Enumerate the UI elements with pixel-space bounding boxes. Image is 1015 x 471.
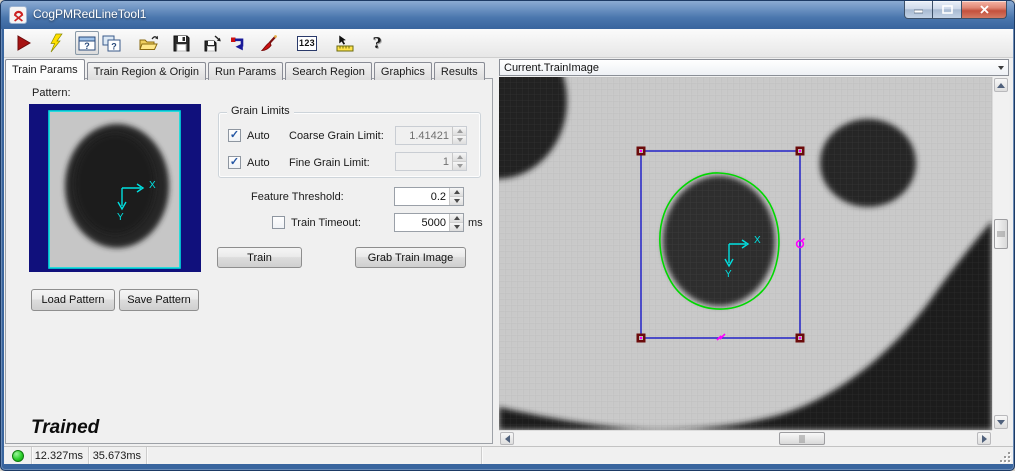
help-icon: ? bbox=[373, 34, 382, 52]
new-window-button[interactable]: ? bbox=[99, 31, 123, 55]
tab-train-params[interactable]: Train Params bbox=[5, 59, 85, 80]
tab-search-region[interactable]: Search Region bbox=[285, 62, 372, 80]
train-button[interactable]: Train bbox=[217, 247, 302, 268]
windows-copy-question-icon: ? bbox=[102, 35, 121, 52]
auto-fine-label: Auto bbox=[247, 157, 270, 169]
green-led-icon bbox=[12, 450, 24, 462]
tab-results[interactable]: Results bbox=[434, 62, 485, 80]
paintbrush-icon bbox=[260, 34, 278, 52]
statusbar-spacer bbox=[147, 447, 482, 464]
total-time: 35.673ms bbox=[89, 447, 147, 464]
scroll-up-button[interactable] bbox=[994, 78, 1008, 92]
execution-time: 12.327ms bbox=[32, 447, 89, 464]
numbers-icon: 123 bbox=[297, 36, 317, 51]
minimize-button[interactable] bbox=[904, 1, 933, 19]
grab-train-image-button[interactable]: Grab Train Image bbox=[355, 247, 466, 268]
image-source-value: Current.TrainImage bbox=[504, 62, 599, 74]
lightning-icon bbox=[46, 33, 64, 53]
train-image-display[interactable]: X Y bbox=[499, 77, 1009, 446]
scroll-left-button[interactable] bbox=[500, 432, 514, 445]
tab-train-region-origin[interactable]: Train Region & Origin bbox=[87, 62, 206, 80]
display-x-axis-label: X bbox=[754, 235, 761, 246]
maximize-button[interactable] bbox=[933, 1, 961, 19]
statusbar: 12.327ms 35.673ms bbox=[4, 446, 1013, 464]
coarse-spin-down bbox=[453, 136, 466, 144]
fine-spin-up bbox=[453, 153, 466, 162]
train-params-page: Pattern: X Y bbox=[5, 78, 493, 444]
resize-grip[interactable] bbox=[998, 450, 1010, 462]
electric-run-button[interactable] bbox=[43, 31, 67, 55]
svg-text:?: ? bbox=[111, 41, 117, 51]
coarse-spin-up bbox=[453, 127, 466, 136]
window-title: CogPMRedLineTool1 bbox=[33, 7, 146, 21]
save-button[interactable] bbox=[169, 31, 193, 55]
auto-fine-checkbox[interactable]: ✓ bbox=[228, 156, 241, 169]
open-file-button[interactable] bbox=[137, 31, 161, 55]
scroll-right-button[interactable] bbox=[977, 432, 991, 445]
svg-text:?: ? bbox=[84, 41, 90, 51]
cogpmredline-tool-window: CogPMRedLineTool1 bbox=[0, 0, 1015, 471]
pattern-image: X Y bbox=[29, 104, 201, 272]
run-button[interactable] bbox=[11, 31, 35, 55]
auto-coarse-label: Auto bbox=[247, 130, 270, 142]
fine-grain-limit-label: Fine Grain Limit: bbox=[289, 157, 370, 169]
horizontal-scrollbar[interactable] bbox=[499, 430, 992, 446]
train-image-canvas[interactable]: X Y bbox=[499, 77, 992, 430]
fine-spin-down bbox=[453, 162, 466, 170]
close-button[interactable] bbox=[961, 1, 1007, 19]
save-pattern-button[interactable]: Save Pattern bbox=[119, 289, 199, 311]
timeout-spin-down[interactable] bbox=[450, 223, 463, 231]
tool-status-led bbox=[4, 447, 32, 464]
save-icon bbox=[173, 35, 190, 52]
feature-threshold-label: Feature Threshold: bbox=[251, 191, 344, 203]
numbers-display-button[interactable]: 123 bbox=[295, 31, 319, 55]
pattern-label: Pattern: bbox=[32, 87, 71, 99]
edit-graphics-button[interactable] bbox=[257, 31, 281, 55]
tab-run-params[interactable]: Run Params bbox=[208, 62, 283, 80]
threshold-spin-down[interactable] bbox=[450, 197, 463, 205]
undo-arrow-icon bbox=[228, 34, 246, 52]
vertical-scroll-thumb[interactable] bbox=[994, 219, 1008, 249]
vertical-scrollbar[interactable] bbox=[992, 77, 1009, 430]
help-button[interactable]: ? bbox=[365, 31, 389, 55]
titlebar[interactable]: CogPMRedLineTool1 bbox=[1, 1, 1014, 29]
run-icon bbox=[15, 34, 32, 52]
save-as-button[interactable] bbox=[201, 31, 225, 55]
timeout-spin-up[interactable] bbox=[450, 214, 463, 223]
open-folder-icon bbox=[139, 34, 159, 52]
train-timeout-label: Train Timeout: bbox=[291, 217, 361, 229]
window-controls bbox=[904, 1, 1007, 19]
scroll-down-button[interactable] bbox=[994, 415, 1008, 429]
coarse-grain-limit-input bbox=[395, 126, 467, 145]
load-pattern-button[interactable]: Load Pattern bbox=[31, 289, 115, 311]
tab-graphics[interactable]: Graphics bbox=[374, 62, 432, 80]
threshold-spin-up[interactable] bbox=[450, 188, 463, 197]
display-y-axis-label: Y bbox=[725, 269, 732, 280]
ruler-pointer-icon bbox=[335, 34, 355, 52]
reset-button[interactable] bbox=[225, 31, 249, 55]
image-source-dropdown[interactable]: Current.TrainImage bbox=[499, 59, 1009, 76]
train-status-text: Trained bbox=[31, 417, 99, 439]
measure-button[interactable] bbox=[333, 31, 357, 55]
toolbar: ? ? bbox=[4, 29, 1013, 58]
save-as-icon bbox=[203, 34, 223, 52]
horizontal-scroll-thumb[interactable] bbox=[779, 432, 825, 445]
auto-coarse-checkbox[interactable]: ✓ bbox=[228, 129, 241, 142]
pattern-x-axis-label: X bbox=[149, 180, 156, 191]
float-window-button[interactable]: ? bbox=[75, 31, 99, 55]
client-area: ? ? bbox=[4, 29, 1013, 464]
timeout-unit-label: ms bbox=[468, 217, 483, 229]
tab-strip: Train Params Train Region & Origin Run P… bbox=[5, 59, 487, 80]
train-timeout-checkbox[interactable] bbox=[272, 216, 285, 229]
train-timeout-input[interactable] bbox=[394, 213, 464, 232]
coarse-grain-limit-label: Coarse Grain Limit: bbox=[289, 130, 384, 142]
grain-limits-title: Grain Limits bbox=[227, 105, 294, 117]
cognex-logo-icon bbox=[9, 6, 27, 24]
chevron-down-icon[interactable] bbox=[993, 60, 1008, 75]
fine-grain-limit-input bbox=[395, 152, 467, 171]
feature-threshold-input[interactable] bbox=[394, 187, 464, 206]
window-question-icon: ? bbox=[78, 36, 96, 51]
pattern-y-axis-label: Y bbox=[117, 212, 124, 223]
